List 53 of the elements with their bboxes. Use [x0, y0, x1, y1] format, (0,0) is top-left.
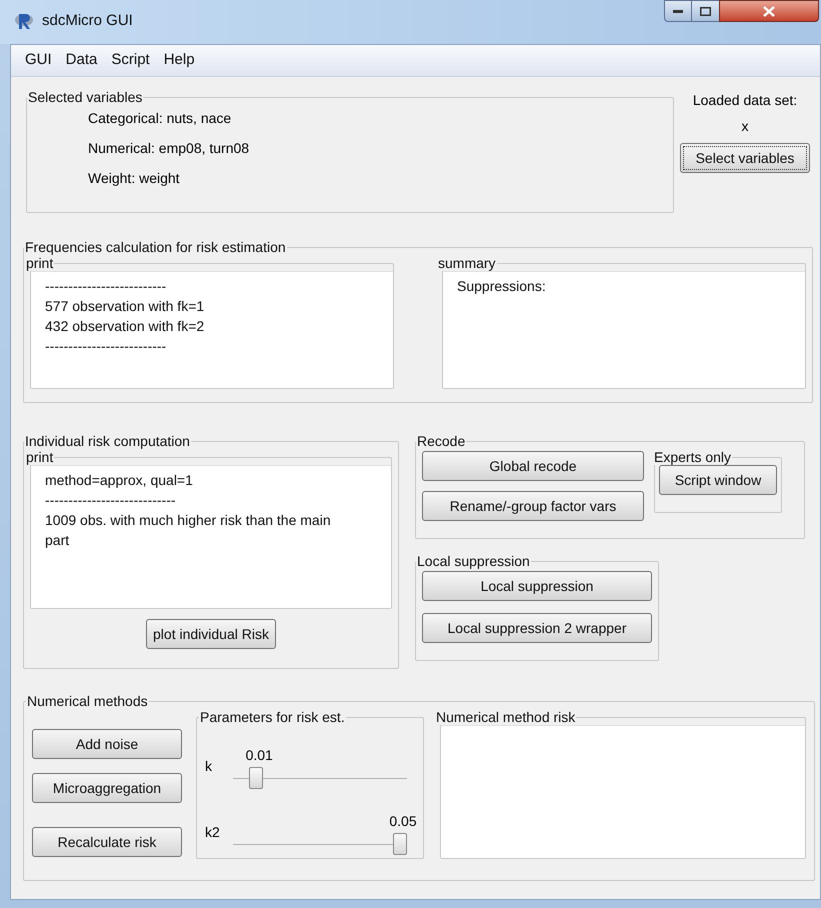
output-line: ---------------------------- — [45, 491, 177, 510]
slider-label: k2 — [205, 823, 221, 842]
output-line: -------------------------- — [45, 277, 168, 296]
variable-label: Numerical: emp08, turn08 — [88, 139, 250, 157]
push-button[interactable]: Recalculate risk — [32, 827, 182, 857]
output-line: -------------------------- — [45, 337, 168, 356]
push-button[interactable]: Global recode — [422, 451, 644, 481]
group-title: Recode — [416, 433, 466, 449]
r-logo-icon — [14, 11, 34, 32]
group-title: print — [25, 255, 54, 271]
minimize-button[interactable] — [664, 0, 692, 22]
group-title: print — [25, 449, 54, 465]
menu-item[interactable]: Help — [158, 49, 201, 72]
push-button[interactable]: Add noise — [32, 729, 182, 759]
group-title: Selected variables — [27, 89, 144, 105]
output-line: Suppressions: — [457, 277, 547, 296]
push-button[interactable]: Microaggregation — [32, 773, 182, 803]
push-button[interactable]: Local suppression 2 wrapper — [422, 613, 652, 643]
data-set-name: x — [742, 117, 748, 135]
group-title: Local suppression — [416, 553, 531, 569]
menu-item[interactable]: GUI — [19, 49, 58, 72]
slider-value: 0.05 — [389, 812, 417, 831]
push-button[interactable]: Select variables — [680, 143, 810, 173]
slider-thumb[interactable] — [393, 833, 407, 855]
push-button[interactable]: Rename/-group factor vars — [422, 491, 644, 521]
close-button[interactable] — [719, 0, 819, 22]
variable-label: Categorical: nuts, nace — [88, 109, 232, 127]
maximize-button[interactable] — [692, 0, 719, 22]
menu-item[interactable]: Data — [60, 49, 104, 72]
output-line: method=approx, qual=1 — [45, 471, 194, 490]
push-button[interactable]: Script window — [659, 465, 777, 495]
push-button[interactable]: Local suppression — [422, 571, 652, 601]
variable-label: Weight: weight — [88, 169, 181, 187]
output-line: 577 observation with fk=1 — [45, 297, 206, 316]
loaded-data-label: Loaded data set: — [692, 91, 798, 109]
slider-thumb[interactable] — [249, 767, 263, 789]
output-line: 432 observation with fk=2 — [45, 317, 206, 336]
push-button[interactable]: plot individual Risk — [146, 619, 276, 649]
group-title: Experts only — [653, 449, 732, 465]
group-title: summary — [437, 255, 497, 271]
group-title: Numerical method risk — [435, 709, 576, 725]
group-title: Individual risk computation — [24, 433, 191, 449]
menu-item[interactable]: Script — [105, 49, 156, 72]
group-title: Parameters for risk est. — [199, 709, 346, 725]
window-title: sdcMicro GUI — [42, 11, 133, 31]
minimize-icon — [673, 9, 683, 13]
group-title: Frequencies calculation for risk estimation — [24, 239, 287, 255]
slider-label: k — [205, 757, 213, 776]
output-line: 1009 obs. with much higher risk than the main part — [45, 511, 332, 550]
slider-value: 0.01 — [246, 746, 273, 765]
close-icon — [763, 6, 775, 16]
group-title: Numerical methods — [26, 693, 149, 709]
maximize-icon — [700, 6, 711, 16]
